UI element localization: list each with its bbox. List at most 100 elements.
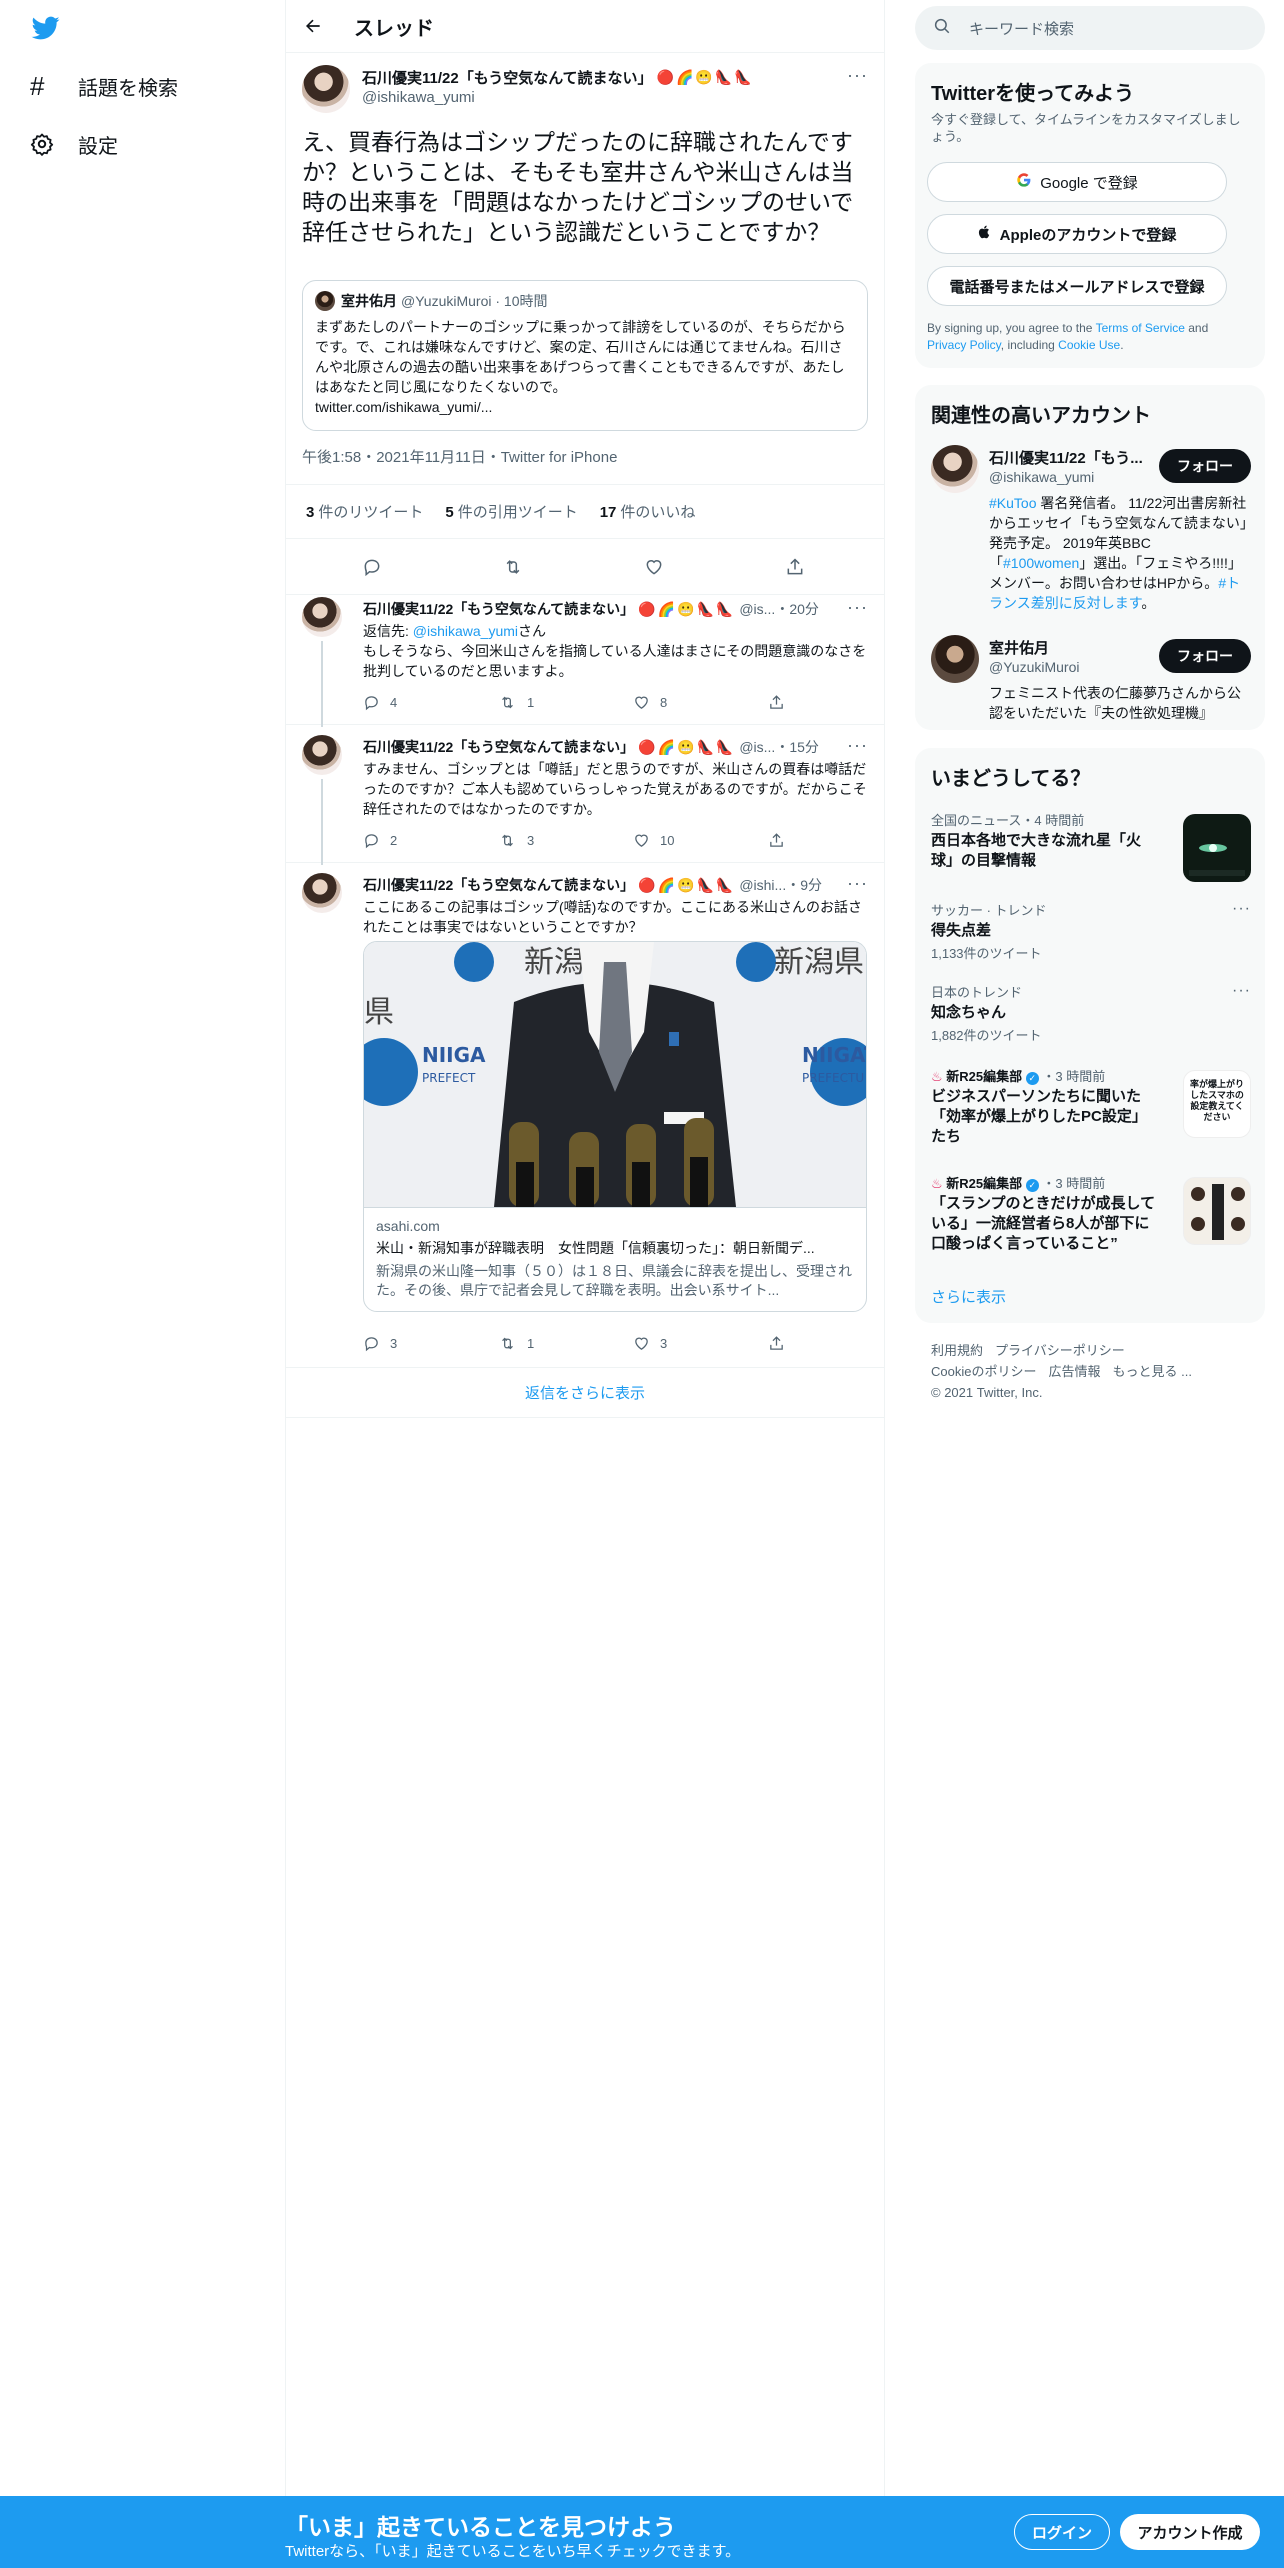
like-button[interactable]: 3 (633, 1335, 667, 1352)
share-icon[interactable] (768, 694, 795, 711)
show-more-trends-link[interactable]: さらに表示 (931, 1286, 1006, 1307)
trend-item[interactable]: ♨ 新R25編集部 ✓ ・3 時間前 「スランプのときだけが成長している」一流経… (931, 1173, 1251, 1263)
avatar[interactable] (302, 873, 342, 913)
more-options-icon[interactable]: ··· (847, 735, 868, 756)
footer-link[interactable]: Cookieのポリシー (931, 1364, 1036, 1379)
reply-tweet[interactable]: 石川優実11/22「もう空気なんて読まない」 🔴🌈😬👠👠 @ishi... ・9… (286, 863, 884, 1368)
show-more-replies-link[interactable]: 返信をさらに表示 (286, 1368, 884, 1418)
reply-header: 石川優実11/22「もう空気なんて読まない」 🔴🌈😬👠👠 @is... ・20分 (363, 599, 833, 619)
follow-button[interactable]: フォロー (1159, 449, 1251, 483)
footer-link[interactable]: 広告情報 (1048, 1364, 1100, 1379)
quoted-link[interactable]: twitter.com/ishikawa_yumi/... (315, 399, 492, 415)
reply-icon[interactable] (359, 555, 385, 579)
avatar[interactable] (302, 597, 342, 637)
avatar[interactable] (931, 635, 979, 683)
quotes-stat[interactable]: 5 件の引用ツイート (445, 501, 577, 522)
search-input[interactable]: キーワード検索 (915, 6, 1265, 50)
retweet-icon[interactable] (500, 555, 526, 579)
avatar[interactable] (302, 65, 350, 113)
like-button[interactable]: 8 (633, 694, 667, 711)
avatar[interactable] (302, 735, 342, 775)
more-options-icon[interactable]: ··· (847, 65, 868, 86)
more-options-icon[interactable]: ··· (847, 597, 868, 618)
twitter-logo-icon[interactable] (30, 14, 66, 44)
like-button[interactable]: 10 (633, 832, 674, 849)
nav-settings[interactable]: 設定 (30, 124, 118, 164)
footer-link[interactable]: 利用規約 (931, 1343, 983, 1358)
related-account[interactable]: 石川優実11/22「もう... @ishikawa_yumi フォロー #KuT… (931, 445, 1251, 615)
trend-item[interactable]: ♨ 新R25編集部 ✓ ・3 時間前 ビジネスパーソンたちに聞いた「効率が爆上が… (931, 1066, 1251, 1156)
reply-author-name[interactable]: 石川優実11/22「もう空気なんて読まない」 (363, 599, 634, 619)
trend-title: 西日本各地で大きな流れ星「火球」の目撃情報 (931, 832, 1142, 869)
login-button[interactable]: ログイン (1014, 2514, 1110, 2550)
related-account[interactable]: 室井佑月 @YuzukiMuroi フォロー フェミニスト代表の仁藤夢乃さんから… (931, 635, 1251, 721)
account-name[interactable]: 室井佑月 (989, 637, 1149, 658)
reply-author-handle[interactable]: @is... (739, 601, 775, 617)
trend-item[interactable]: 全国のニュース・4 時間前 西日本各地で大きな流れ星「火球」の目撃情報 (931, 810, 1251, 885)
more-options-icon[interactable]: ··· (1232, 900, 1251, 918)
cookie-link[interactable]: Cookie Use (1058, 338, 1120, 352)
backdrop-logo-left: NIIGA (422, 1043, 486, 1067)
bio-hashtag[interactable]: #KuToo (989, 495, 1036, 511)
nav-explore[interactable]: # 話題を検索 (30, 66, 178, 106)
phone-email-signup-button[interactable]: 電話番号またはメールアドレスで登録 (927, 266, 1227, 306)
link-card[interactable]: 新潟県 新潟県 県 NIIGA PREFECT NIIGAT PREFECTU (363, 941, 867, 1312)
author-name-row[interactable]: 石川優実11/22「もう空気なんて読まない」 🔴🌈😬👠👠 (362, 67, 812, 88)
bio-hashtag[interactable]: #100women (1003, 555, 1079, 571)
retweet-button[interactable]: 1 (498, 1335, 534, 1352)
quoted-tweet[interactable]: 室井佑月 @YuzukiMuroi · 10時間 まずあたしのパートナーのゴシッ… (302, 280, 868, 431)
privacy-link[interactable]: Privacy Policy (927, 338, 1001, 352)
share-icon[interactable] (768, 832, 795, 849)
reply-button[interactable]: 2 (363, 832, 397, 849)
terms-link[interactable]: Terms of Service (1096, 321, 1185, 335)
reply-tweet[interactable]: 石川優実11/22「もう空気なんて読まない」 🔴🌈😬👠👠 @is... ・20分… (286, 587, 884, 727)
account-handle[interactable]: @YuzukiMuroi (989, 659, 1079, 675)
trend-item[interactable]: サッカー · トレンド 得失点差 1,133件のツイート ··· (931, 900, 1251, 970)
retweet-button[interactable]: 3 (498, 832, 534, 849)
back-arrow-icon[interactable] (300, 13, 326, 39)
reply-time[interactable]: ・20分 (775, 599, 819, 619)
trend-image (1183, 814, 1251, 882)
account-name[interactable]: 石川優実11/22「もう... (989, 447, 1149, 468)
reply-tweet[interactable]: 石川優実11/22「もう空気なんて読まない」 🔴🌈😬👠👠 @is... ・15分… (286, 725, 884, 865)
trend-item[interactable]: 日本のトレンド 知念ちゃん 1,882件のツイート ··· (931, 982, 1251, 1052)
trend-author: 新R25編集部 (946, 1069, 1023, 1084)
share-icon[interactable] (768, 1335, 795, 1352)
apple-signup-button[interactable]: Appleのアカウントで登録 (927, 214, 1227, 254)
reply-button[interactable]: 3 (363, 1335, 397, 1352)
reply-author-emoji: 🔴🌈😬👠👠 (638, 876, 736, 893)
likes-stat[interactable]: 17 件のいいね (600, 501, 696, 522)
signup-panel: Twitterを使ってみよう 今すぐ登録して、タイムラインをカスタマイズしましょ… (915, 63, 1265, 368)
share-icon[interactable] (782, 555, 808, 579)
link-card-body: asahi.com 米山・新潟知事が辞職表明 女性問題「信頼裏切った」：朝日新聞… (364, 1207, 866, 1311)
more-options-icon[interactable]: ··· (847, 873, 868, 894)
reply-time[interactable]: ・9分 (786, 875, 822, 895)
signup-title: Twitterを使ってみよう (931, 83, 1135, 105)
account-handle[interactable]: @ishikawa_yumi (989, 469, 1094, 485)
footer-link[interactable]: プライバシーポリシー (995, 1343, 1125, 1358)
reply-button[interactable]: 4 (363, 694, 397, 711)
reply-author-handle[interactable]: @is... (739, 739, 775, 755)
reply-author-name[interactable]: 石川優実11/22「もう空気なんて読まない」 (363, 737, 634, 757)
reply-to-handle[interactable]: @ishikawa_yumi (413, 623, 518, 639)
reply-author-name[interactable]: 石川優実11/22「もう空気なんて読まない」 (363, 875, 634, 895)
more-options-icon[interactable]: ··· (1232, 982, 1251, 1000)
follow-button[interactable]: フォロー (1159, 639, 1251, 673)
author-handle[interactable]: @ishikawa_yumi (362, 89, 475, 106)
reply-author-handle[interactable]: @ishi... (739, 877, 786, 893)
nav-settings-label: 設定 (78, 135, 118, 158)
reply-actions: 2 3 10 (363, 832, 783, 852)
google-signup-button[interactable]: Google で登録 (927, 162, 1227, 202)
avatar[interactable] (931, 445, 979, 493)
create-account-button[interactable]: アカウント作成 (1120, 2514, 1260, 2550)
retweets-stat[interactable]: 3 件のリツイート (306, 501, 423, 522)
retweet-button[interactable]: 1 (498, 694, 534, 711)
apple-signup-label: Appleのアカウントで登録 (999, 226, 1177, 244)
link-card-title: 米山・新潟知事が辞職表明 女性問題「信頼裏切った」：朝日新聞デ... (376, 1240, 815, 1256)
copyright: © 2021 Twitter, Inc. (931, 1385, 1043, 1400)
footer-link[interactable]: もっと見る ... (1112, 1364, 1191, 1379)
like-icon[interactable] (641, 555, 667, 579)
trend-title: ビジネスパーソンたちに聞いた「効率が爆上がりしたPC設定」たち (931, 1088, 1147, 1145)
reply-header: 石川優実11/22「もう空気なんて読まない」 🔴🌈😬👠👠 @ishi... ・9… (363, 875, 833, 895)
reply-time[interactable]: ・15分 (775, 737, 819, 757)
